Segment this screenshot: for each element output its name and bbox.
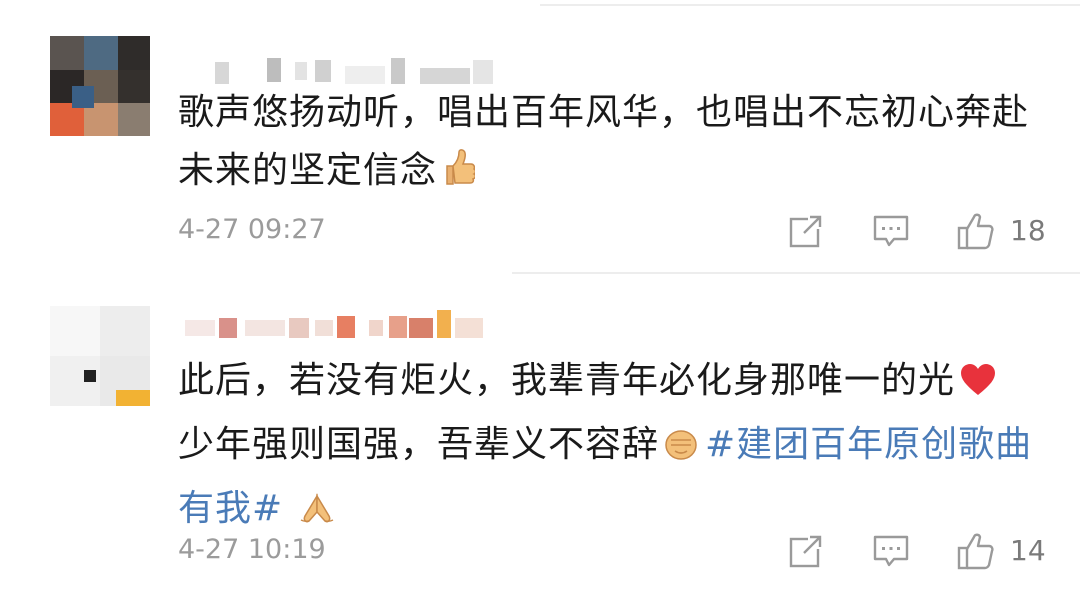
comment-icon[interactable] bbox=[872, 214, 910, 254]
top-divider bbox=[540, 4, 1080, 6]
comment-icon[interactable] bbox=[872, 534, 910, 574]
like-count: 14 bbox=[1010, 534, 1046, 567]
username-blurred[interactable] bbox=[185, 306, 495, 342]
like-icon[interactable] bbox=[956, 531, 996, 575]
share-icon[interactable] bbox=[788, 213, 824, 253]
red-heart-emoji-icon bbox=[959, 358, 997, 416]
avatar[interactable] bbox=[50, 306, 150, 406]
timestamp: 4-27 10:19 bbox=[178, 534, 326, 565]
thumbs-up-emoji-icon bbox=[441, 148, 477, 206]
comment-text: 歌声悠扬动听，唱出百年风华，也唱出不忘初心奔赴未来的坚定信念 bbox=[178, 84, 1048, 206]
comment-text: 此后，若没有炬火，我辈青年必化身那唯一的光 少年强则国强，吾辈义不容辞 #建团百… bbox=[178, 352, 1048, 544]
username-blurred[interactable] bbox=[215, 52, 505, 88]
comment-text-content: 歌声悠扬动听，唱出百年风华，也唱出不忘初心奔赴未来的坚定信念 bbox=[178, 92, 1030, 191]
comment-text-content: 此后，若没有炬火，我辈青年必化身那唯一的光 bbox=[178, 360, 956, 401]
comment-divider bbox=[512, 272, 1080, 274]
raised-fist-emoji-icon bbox=[663, 422, 699, 480]
share-icon[interactable] bbox=[788, 533, 824, 573]
comment-text-content: 少年强则国强，吾辈义不容辞 bbox=[178, 424, 660, 465]
like-icon[interactable] bbox=[956, 211, 996, 255]
timestamp: 4-27 09:27 bbox=[178, 214, 326, 245]
like-count: 18 bbox=[1010, 214, 1046, 247]
avatar[interactable] bbox=[50, 36, 150, 136]
